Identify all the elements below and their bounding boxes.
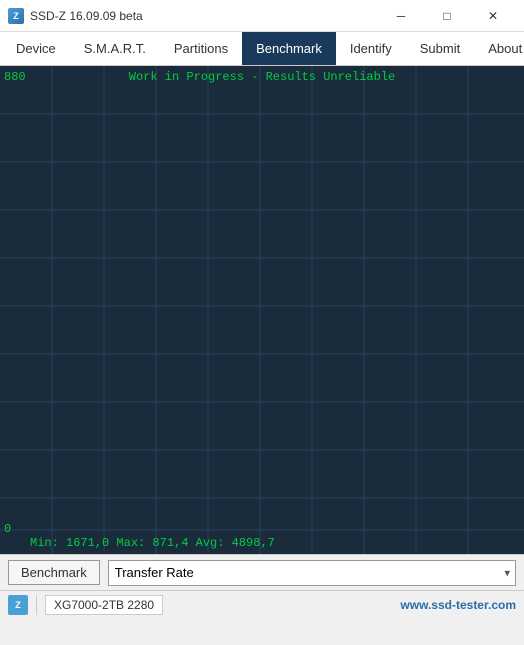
- status-app-icon: Z: [8, 595, 28, 615]
- chart-title: Work in Progress - Results Unreliable: [129, 70, 395, 84]
- app-icon: Z: [8, 8, 24, 24]
- minimize-button[interactable]: ─: [378, 0, 424, 32]
- chart-grid-svg: [0, 66, 524, 554]
- menu-item-smart[interactable]: S.M.A.R.T.: [70, 32, 160, 65]
- menu-item-submit[interactable]: Submit: [406, 32, 474, 65]
- status-website: www.ssd-tester.com: [400, 598, 516, 612]
- y-axis-bottom-label: 0: [4, 522, 11, 536]
- menu-item-identify[interactable]: Identify: [336, 32, 406, 65]
- maximize-button[interactable]: □: [424, 0, 470, 32]
- y-axis-top-label: 880: [4, 70, 26, 84]
- menu-item-device[interactable]: Device: [2, 32, 70, 65]
- menu-item-partitions[interactable]: Partitions: [160, 32, 242, 65]
- title-bar: Z SSD-Z 16.09.09 beta ─ □ ✕: [0, 0, 524, 32]
- dropdown-wrapper: Transfer Rate Access Time IOPS ▾: [108, 560, 516, 586]
- title-bar-title: SSD-Z 16.09.09 beta: [30, 9, 143, 23]
- menu-item-about[interactable]: About: [474, 32, 524, 65]
- title-bar-left: Z SSD-Z 16.09.09 beta: [8, 8, 143, 24]
- status-divider: [36, 595, 37, 615]
- status-device-name: XG7000-2TB 2280: [45, 595, 163, 615]
- bottom-controls: Benchmark Transfer Rate Access Time IOPS…: [0, 554, 524, 590]
- menu-item-benchmark[interactable]: Benchmark: [242, 32, 336, 65]
- benchmark-button[interactable]: Benchmark: [8, 560, 100, 585]
- chart-area: 880 Work in Progress - Results Unreliabl…: [0, 66, 524, 554]
- status-bar: Z XG7000-2TB 2280 www.ssd-tester.com: [0, 590, 524, 618]
- title-bar-controls: ─ □ ✕: [378, 0, 516, 32]
- menu-bar: Device S.M.A.R.T. Partitions Benchmark I…: [0, 32, 524, 66]
- transfer-rate-dropdown[interactable]: Transfer Rate Access Time IOPS: [108, 560, 516, 586]
- chart-stats: Min: 1671,0 Max: 871,4 Avg: 4898,7: [30, 536, 275, 550]
- close-button[interactable]: ✕: [470, 0, 516, 32]
